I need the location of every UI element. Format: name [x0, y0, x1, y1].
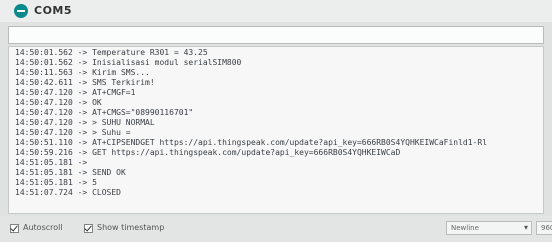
console-line: 14:51:05.181 ->: [15, 158, 88, 167]
console-line: 14:50:42.611 -> SMS Terkirim!: [15, 78, 155, 87]
console-line: 14:50:51.110 -> AT+CIPSENDGET https://ap…: [15, 138, 488, 147]
console-line: 14:50:01.562 -> Inisialisasi modul seria…: [15, 58, 242, 67]
timestamp-label: Show timestamp: [97, 223, 165, 232]
serial-monitor-window: COM5 14:50:01.562 -> Temperature R301 = …: [0, 0, 552, 242]
console-line: 14:51:05.181 -> SEND OK: [15, 168, 126, 177]
console-line: 14:50:01.562 -> Temperature R301 = 43.25: [15, 48, 208, 57]
send-row: [8, 26, 544, 46]
baud-rate-value: 960: [541, 224, 552, 232]
console-line: 14:50:11.563 -> Kirim SMS...: [15, 68, 150, 77]
console-line: 14:50:47.120 -> AT+CMGS="08990116701": [15, 108, 194, 117]
console-line: 14:51:05.181 -> 5: [15, 178, 97, 187]
autoscroll-label: Autoscroll: [23, 223, 63, 232]
console-line: 14:51:07.724 -> CLOSED: [15, 188, 121, 197]
console-line: 14:50:59.216 -> GET https://api.thingspe…: [15, 148, 401, 157]
baud-rate-select[interactable]: 960: [536, 221, 552, 235]
console-line: 14:50:47.120 -> > Suhu =: [15, 128, 131, 137]
arduino-logo-icon: [14, 4, 28, 18]
line-ending-value: Newline: [451, 224, 479, 232]
window-title: COM5: [34, 4, 73, 17]
autoscroll-checkbox[interactable]: [10, 224, 19, 233]
timestamp-checkbox[interactable]: [84, 224, 93, 233]
status-bar: Autoscroll Show timestamp Newline ▾ 960: [0, 216, 552, 242]
console-line: 14:50:47.120 -> AT+CMGF=1: [15, 88, 136, 97]
console-line: 14:50:47.120 -> OK: [15, 98, 102, 107]
console-line: 14:50:47.120 -> > SUHU NORMAL: [15, 118, 155, 127]
send-input[interactable]: [8, 26, 544, 44]
line-ending-select[interactable]: Newline ▾: [446, 221, 532, 235]
title-bar: COM5: [0, 0, 552, 22]
chevron-down-icon: ▾: [523, 223, 528, 232]
serial-output[interactable]: 14:50:01.562 -> Temperature R301 = 43.25…: [8, 46, 544, 214]
